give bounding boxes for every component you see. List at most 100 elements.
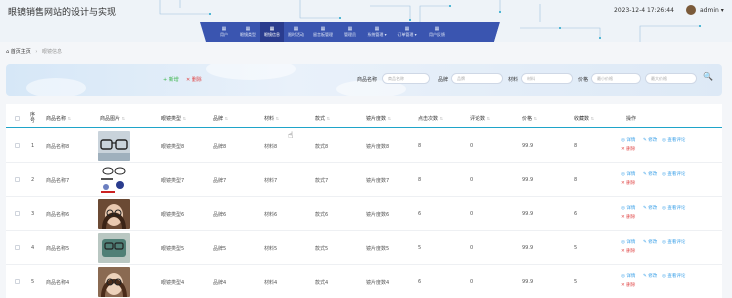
row-checkbox[interactable] (15, 211, 20, 216)
top-bar: 眼镜销售网站的设计与实现 2023-12-4 17:26:44 admin ▾ (0, 0, 732, 22)
column-header-material[interactable]: 材料 ⇅ (264, 115, 279, 122)
nav-item-glasses-info[interactable]: ▦ 眼镜信息 (260, 22, 284, 42)
cell-favs: 8 (574, 177, 578, 183)
cell-material: 材料5 (264, 246, 278, 252)
add-button[interactable]: + 新增 (163, 76, 179, 83)
column-header-clicks[interactable]: 点击次数 ⇅ (418, 115, 443, 122)
nav-item-orders[interactable]: ▦ 订单管理 ▾ (392, 22, 422, 42)
sort-icon[interactable]: ⇅ (276, 116, 279, 121)
sort-icon[interactable]: ⇅ (225, 116, 228, 121)
column-header-price[interactable]: 价格 ⇅ (522, 115, 537, 122)
sort-icon[interactable]: ⇅ (591, 116, 594, 121)
edit-link[interactable]: ✎ 修改 (643, 273, 657, 279)
sort-icon[interactable]: ⇅ (68, 116, 71, 121)
search-icon[interactable]: 🔍 (703, 72, 713, 81)
view-reviews-link[interactable]: ◎ 查看评论 (662, 137, 685, 143)
cell-price: 99.9 (522, 143, 534, 149)
sort-icon[interactable]: ⇅ (388, 116, 391, 121)
delete-link[interactable]: ✕ 删除 (621, 146, 635, 152)
column-header-brand[interactable]: 品牌 ⇅ (213, 115, 228, 122)
row-checkbox[interactable] (15, 177, 20, 182)
table-row: 2 商品名称7 眼镜类型7 品牌7 材料7 款式7 镜片度数7 8 0 99.9 8 ◎ 详情 ✎ 修改… (6, 163, 722, 197)
sort-icon[interactable]: ⇅ (440, 116, 443, 121)
cell-comments: 0 (470, 143, 474, 149)
avatar[interactable] (686, 5, 696, 15)
view-reviews-link[interactable]: ◎ 查看评论 (662, 205, 685, 211)
edit-link[interactable]: ✎ 修改 (643, 239, 657, 245)
view-reviews-link[interactable]: ◎ 查看评论 (662, 273, 685, 279)
row-checkbox[interactable] (15, 143, 20, 148)
column-header-actions: 操作 (626, 116, 637, 122)
detail-link[interactable]: ◎ 详情 (621, 239, 635, 245)
delete-link[interactable]: ✕ 删除 (621, 248, 635, 254)
column-header-degree[interactable]: 镜片度数 ⇅ (366, 115, 391, 122)
column-header-index: 序号 (30, 112, 36, 124)
nav-item-message-board[interactable]: ▦ 留言板管理 (308, 22, 338, 42)
search-input-brand[interactable]: 品牌 (451, 73, 503, 84)
cell-brand: 品牌6 (213, 212, 227, 218)
cell-favs: 5 (574, 245, 578, 251)
search-input-name[interactable]: 商品名称 (382, 73, 430, 84)
view-reviews-link[interactable]: ◎ 查看评论 (662, 171, 685, 177)
sort-icon[interactable]: ⇅ (122, 116, 125, 121)
cell-name: 商品名称8 (46, 144, 70, 150)
delete-link[interactable]: ✕ 删除 (621, 214, 635, 220)
home-icon: ⌂ (6, 49, 10, 55)
detail-link[interactable]: ◎ 详情 (621, 273, 635, 279)
delete-link[interactable]: ✕ 删除 (621, 282, 635, 288)
search-label-material: 材料 (508, 77, 519, 83)
nav-item-system[interactable]: ▦ 系统管理 ▾ (362, 22, 392, 42)
row-index: 5 (31, 279, 35, 285)
cell-material: 材料8 (264, 144, 278, 150)
cell-clicks: 8 (418, 177, 422, 183)
nav-item-admins[interactable]: ▦ 管理员 (338, 22, 362, 42)
column-header-comments[interactable]: 评论数 ⇅ (470, 115, 490, 122)
cell-style: 款式7 (315, 178, 329, 184)
cell-name: 商品名称6 (46, 212, 70, 218)
delete-button[interactable]: ✕ 删除 (186, 76, 202, 83)
row-index: 4 (31, 245, 35, 251)
select-all-checkbox[interactable] (15, 116, 20, 121)
sort-icon[interactable]: ⇅ (534, 116, 537, 121)
column-header-name[interactable]: 商品名称 ⇅ (46, 115, 71, 122)
breadcrumb-home[interactable]: 首页主页 (11, 49, 31, 55)
cell-price: 99.9 (522, 245, 534, 251)
column-header-favorites[interactable]: 收藏数 ⇅ (574, 115, 594, 122)
detail-link[interactable]: ◎ 详情 (621, 171, 635, 177)
nav-item-glasses-type[interactable]: ▦ 眼镜类型 (236, 22, 260, 42)
detail-link[interactable]: ◎ 详情 (621, 137, 635, 143)
user-menu[interactable]: admin ▾ (700, 7, 724, 14)
edit-link[interactable]: ✎ 修改 (643, 205, 657, 211)
edit-link[interactable]: ✎ 修改 (643, 137, 657, 143)
sort-icon[interactable]: ⇅ (487, 116, 490, 121)
nav-item-users[interactable]: ▦ 用户 (212, 22, 236, 42)
breadcrumb-separator: › (35, 49, 38, 55)
nav-item-promotions[interactable]: ▦ 限时活动 (284, 22, 308, 42)
view-reviews-link[interactable]: ◎ 查看评论 (662, 239, 685, 245)
nav-bar: ▦ 用户 ▦ 眼镜类型 ▦ 眼镜信息 ▦ 限时活动 ▦ 留言板管理 ▦ 管理员 ▦ 系统管理 … (0, 22, 732, 42)
nav-menu: ▦ 用户 ▦ 眼镜类型 ▦ 眼镜信息 ▦ 限时活动 ▦ 留言板管理 ▦ 管理员 ▦ 系统管理 … (212, 22, 452, 42)
sort-icon[interactable]: ⇅ (183, 116, 186, 121)
delete-link[interactable]: ✕ 删除 (621, 180, 635, 186)
nav-item-feedback[interactable]: ▦ 用户反馈 (422, 22, 452, 42)
column-header-style[interactable]: 款式 ⇅ (315, 115, 330, 122)
search-input-min-price[interactable]: 最小价格 (591, 73, 641, 84)
cell-price: 99.9 (522, 211, 534, 217)
cell-material: 材料4 (264, 280, 278, 286)
edit-link[interactable]: ✎ 修改 (643, 171, 657, 177)
search-input-max-price[interactable]: 最大价格 (645, 73, 697, 84)
cell-name: 商品名称4 (46, 280, 70, 286)
cell-type: 眼镜类型4 (161, 280, 185, 286)
cell-style: 款式8 (315, 144, 329, 150)
detail-link[interactable]: ◎ 详情 (621, 205, 635, 211)
cell-comments: 0 (470, 211, 474, 217)
column-header-image[interactable]: 商品图片 ⇅ (100, 115, 125, 122)
row-checkbox[interactable] (15, 245, 20, 250)
product-image (98, 199, 130, 229)
column-header-type[interactable]: 眼镜类型 ⇅ (161, 115, 186, 122)
search-input-material[interactable]: 材料 (521, 73, 573, 84)
row-index: 1 (31, 143, 35, 149)
cell-type: 眼镜类型6 (161, 212, 185, 218)
sort-icon[interactable]: ⇅ (327, 116, 330, 121)
row-checkbox[interactable] (15, 279, 20, 284)
